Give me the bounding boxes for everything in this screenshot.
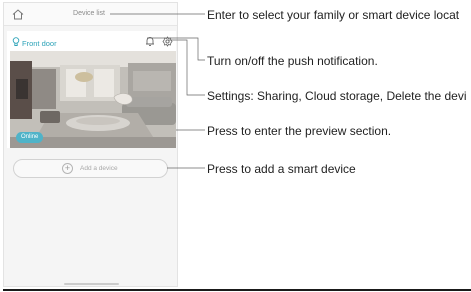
annotation-add: Press to add a smart device xyxy=(207,162,356,176)
annotation-select: Enter to select your family or smart dev… xyxy=(207,8,460,22)
annotation-notification: Turn on/off the push notification. xyxy=(207,54,378,68)
annotation-preview: Press to enter the preview section. xyxy=(207,124,392,138)
bottom-rule xyxy=(3,289,471,291)
callout-lines xyxy=(110,13,205,169)
annotation-settings: Settings: Sharing, Cloud storage, Delete… xyxy=(207,89,467,103)
